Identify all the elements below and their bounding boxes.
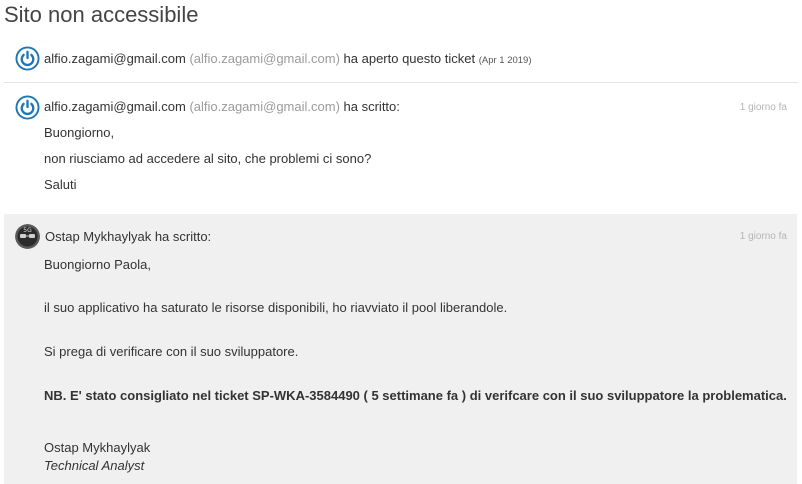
message-time: 1 giorno fa (739, 231, 787, 242)
divider (4, 82, 798, 83)
page-title: Sito non accessibile (4, 2, 199, 27)
message-line: Buongiorno, (44, 125, 115, 140)
svg-text:5G: 5G (23, 227, 32, 234)
signature-role: Technical Analyst (44, 458, 145, 473)
author-email-secondary: (alfio.zagami@gmail.com) (189, 99, 340, 114)
message-time: 1 giorno fa (739, 102, 787, 113)
message-body: il suo applicativo ha saturato le risors… (44, 300, 508, 315)
message-line: Saluti (44, 177, 77, 192)
author-email-secondary: (alfio.zagami@gmail.com) (189, 51, 340, 66)
message-action-text: ha scritto: (343, 99, 400, 114)
power-icon (15, 46, 40, 71)
message-note: NB. E' stato consigliato nel ticket SP-W… (44, 388, 787, 403)
power-icon (15, 95, 40, 120)
message-greeting: Buongiorno Paola, (44, 257, 151, 272)
message-line: non riusciamo ad accedere al sito, che p… (44, 151, 372, 166)
author-email[interactable]: alfio.zagami@gmail.com (44, 99, 186, 114)
signature-name: Ostap Mykhaylyak (44, 440, 151, 455)
message-body: Si prega di verificare con il suo svilup… (44, 344, 299, 359)
opened-action-text: ha aperto questo ticket (343, 51, 476, 66)
author-email[interactable]: alfio.zagami@gmail.com (44, 51, 186, 66)
avatar: 5G (15, 224, 40, 249)
message-author-header: Ostap Mykhaylyak ha scritto: (45, 229, 212, 244)
opened-date: (Apr 1 2019) (478, 55, 532, 66)
